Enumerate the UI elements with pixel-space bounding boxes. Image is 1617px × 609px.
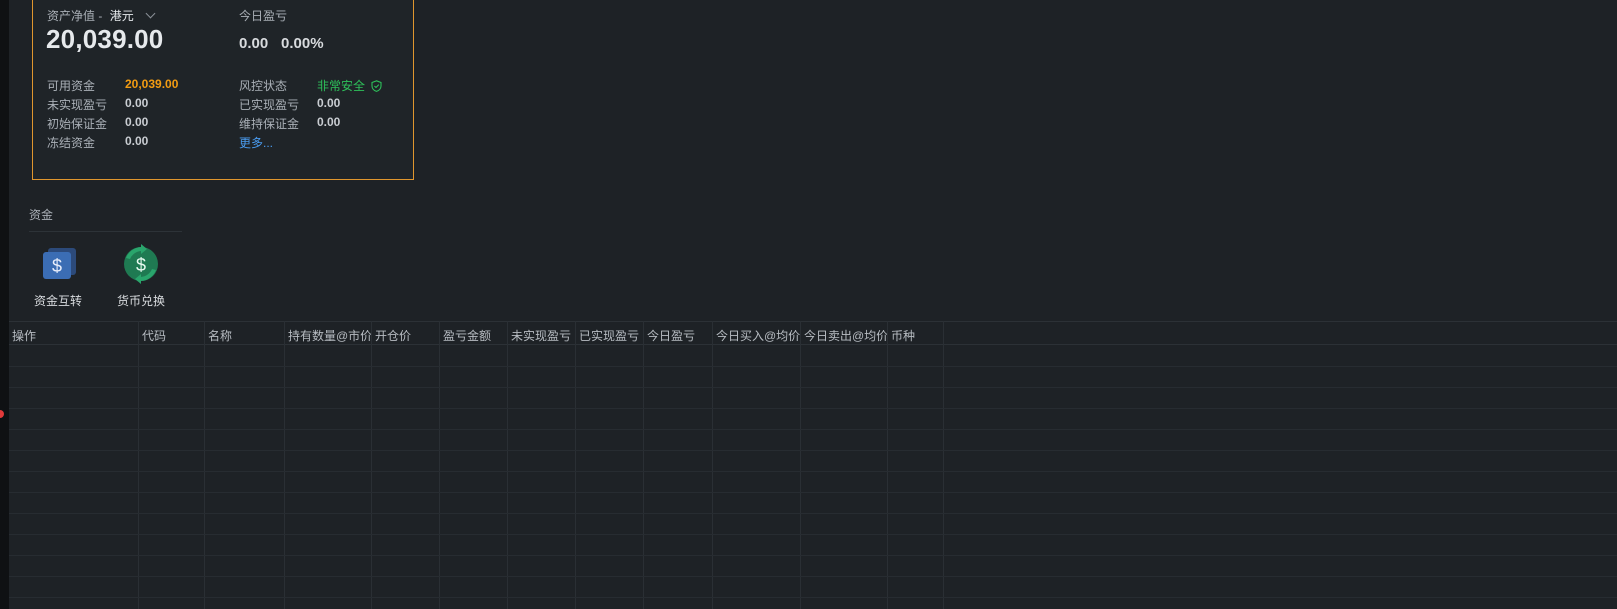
column-divider	[284, 321, 285, 609]
fund-transfer-button[interactable]: $ 资金互转	[23, 244, 93, 309]
table-row	[9, 513, 1617, 514]
available-funds-label: 可用资金	[47, 79, 96, 93]
today-pnl-value: 0.00	[239, 35, 269, 52]
table-row	[9, 534, 1617, 535]
table-row	[9, 408, 1617, 409]
col-unrealized-pnl[interactable]: 未实现盈亏	[511, 327, 571, 344]
currency-selector[interactable]: 港元	[110, 9, 134, 23]
frozen-funds-value: 0.00	[125, 134, 149, 148]
table-row	[9, 471, 1617, 472]
col-today-sell[interactable]: 今日卖出@均价	[804, 327, 888, 344]
fund-transfer-label: 资金互转	[33, 294, 82, 308]
unrealized-pnl-value: 0.00	[125, 96, 149, 110]
column-divider	[575, 321, 576, 609]
risk-status-label: 风控状态	[239, 79, 288, 93]
table-row	[9, 450, 1617, 451]
available-funds-value: 20,039.00	[125, 77, 179, 91]
initial-margin-value: 0.00	[125, 115, 149, 129]
col-today-buy[interactable]: 今日买入@均价	[716, 327, 800, 344]
col-code[interactable]: 代码	[142, 327, 166, 344]
maintenance-margin-value: 0.00	[317, 115, 341, 129]
column-divider	[439, 321, 440, 609]
frozen-funds-label: 冻结资金	[47, 136, 96, 150]
risk-status-value: 非常安全	[317, 77, 382, 94]
table-row	[9, 576, 1617, 577]
table-row	[9, 429, 1617, 430]
net-asset-header[interactable]: 资产净值 - 港元	[47, 7, 156, 24]
today-pnl-percent: 0.00%	[281, 35, 324, 52]
table-row	[9, 492, 1617, 493]
net-asset-label: 资产净值 -	[47, 9, 103, 23]
column-divider	[371, 321, 372, 609]
col-action[interactable]: 操作	[12, 327, 36, 344]
realized-pnl-value: 0.00	[317, 96, 341, 110]
today-pnl-label: 今日盈亏	[239, 9, 288, 23]
realized-pnl-label: 已实现盈亏	[239, 98, 300, 112]
col-pnl-amount[interactable]: 盈亏金额	[443, 327, 491, 344]
account-summary-card: 资产净值 - 港元 20,039.00 今日盈亏 0.00 0.00% 可用资金…	[32, 0, 414, 180]
col-today-pnl[interactable]: 今日盈亏	[647, 327, 695, 344]
column-divider	[507, 321, 508, 609]
initial-margin-label: 初始保证金	[47, 117, 108, 131]
dollar-cards-icon: $	[38, 244, 78, 284]
col-name[interactable]: 名称	[208, 327, 232, 344]
risk-status-text: 非常安全	[317, 79, 366, 93]
column-divider	[943, 321, 944, 609]
unrealized-pnl-label: 未实现盈亏	[47, 98, 108, 112]
left-edge-strip	[0, 0, 9, 609]
col-open-price[interactable]: 开仓价	[375, 327, 411, 344]
column-divider	[712, 321, 713, 609]
column-divider	[800, 321, 801, 609]
maintenance-margin-label: 维持保证金	[239, 117, 300, 131]
funds-section-title: 资金	[29, 208, 54, 222]
column-divider	[204, 321, 205, 609]
net-asset-value: 20,039.00	[46, 24, 164, 54]
table-row	[9, 597, 1617, 598]
column-divider	[887, 321, 888, 609]
svg-text:$: $	[52, 256, 62, 276]
column-divider	[138, 321, 139, 609]
table-row	[9, 366, 1617, 367]
currency-exchange-label: 货币兑换	[116, 294, 165, 308]
chevron-down-icon[interactable]	[145, 8, 156, 19]
column-divider	[643, 321, 644, 609]
currency-exchange-icon: $	[121, 244, 161, 284]
positions-table: 操作 代码 名称 持有数量@市价 开仓价 盈亏金额 未实现盈亏 已实现盈亏 今日…	[9, 321, 1617, 609]
table-row	[9, 555, 1617, 556]
col-currency[interactable]: 币种	[891, 327, 915, 344]
shield-check-icon	[371, 80, 382, 92]
more-link[interactable]: 更多...	[239, 134, 273, 151]
svg-text:$: $	[136, 255, 146, 275]
table-header: 操作 代码 名称 持有数量@市价 开仓价 盈亏金额 未实现盈亏 已实现盈亏 今日…	[9, 321, 1617, 345]
section-divider	[29, 231, 182, 232]
table-row	[9, 387, 1617, 388]
col-holdings-price[interactable]: 持有数量@市价	[288, 327, 372, 344]
currency-exchange-button[interactable]: $ 货币兑换	[106, 244, 176, 309]
col-realized-pnl[interactable]: 已实现盈亏	[579, 327, 639, 344]
